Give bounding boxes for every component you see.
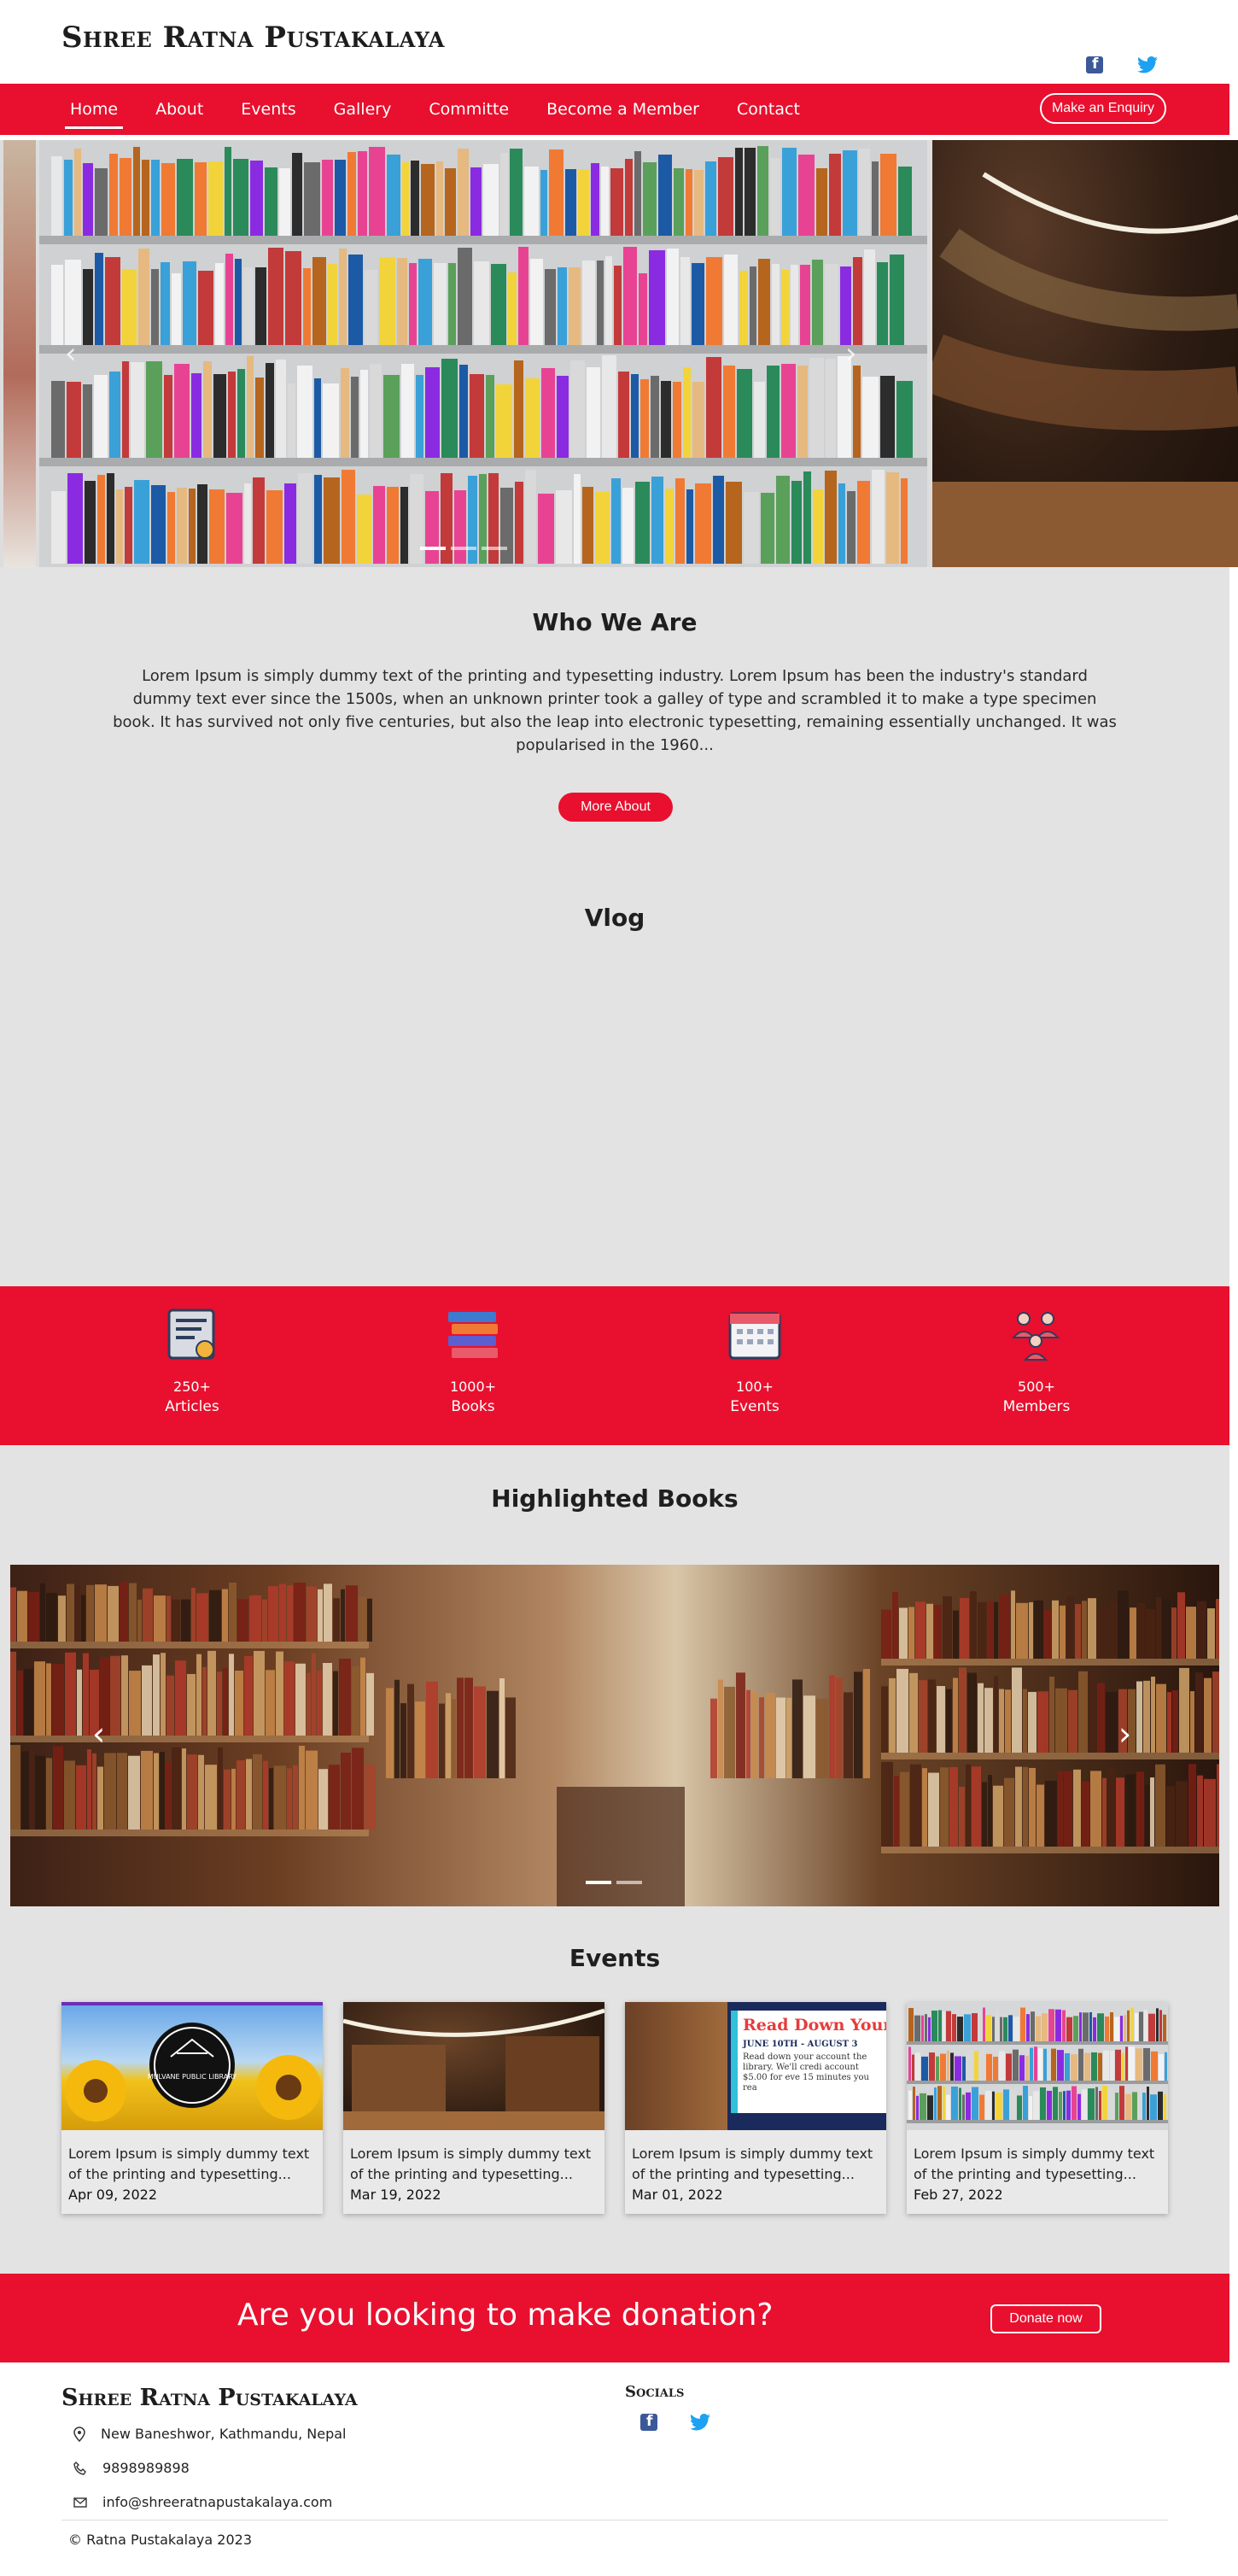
nav-gallery[interactable]: Gallery xyxy=(329,97,397,122)
vlog-title: Vlog xyxy=(584,904,645,932)
events-title: Events xyxy=(569,1944,661,1972)
books-prev-arrow[interactable]: ‹ xyxy=(92,1715,105,1753)
stats-section: 250+ Articles 1000+ Books 100+ Events 50… xyxy=(0,1286,1229,1445)
nav-events[interactable]: Events xyxy=(236,97,301,122)
footer-socials-title: Socials xyxy=(625,2383,685,2401)
site-header: Shree Ratna Pustakalaya xyxy=(0,0,1238,84)
hero-prev-slide-image xyxy=(3,140,36,567)
footer-email-text[interactable]: info@shreeratnapustakalaya.com xyxy=(102,2494,332,2510)
event-text: Lorem Ipsum is simply dummy text of the … xyxy=(350,2146,592,2182)
books-indicator-1[interactable] xyxy=(586,1881,611,1884)
hero-indicators xyxy=(420,547,507,550)
event-card[interactable]: Lorem Ipsum is simply dummy text of the … xyxy=(343,2002,604,2214)
footer-email: info@shreeratnapustakalaya.com xyxy=(73,2494,332,2510)
nav-become-member[interactable]: Become a Member xyxy=(541,97,704,122)
books-indicator-2[interactable] xyxy=(616,1881,642,1884)
books-indicators xyxy=(586,1881,642,1884)
who-we-are-text: Lorem Ipsum is simply dummy text of the … xyxy=(113,667,1117,754)
stat-articles: 250+ Articles xyxy=(124,1307,260,1415)
hero-indicator-1[interactable] xyxy=(420,547,446,550)
event-date: Feb 27, 2022 xyxy=(914,2187,1003,2203)
header-social-links xyxy=(1086,56,1158,73)
donate-now-button[interactable]: Donate now xyxy=(990,2304,1101,2333)
footer-phone: 9898989898 xyxy=(73,2460,190,2476)
stat-members-count: 500+ xyxy=(1018,1379,1055,1395)
event-image-bookshelf xyxy=(907,2002,1168,2130)
events-list: MULVANE PUBLIC LIBRARY Lorem Ipsum is si… xyxy=(61,2002,1168,2214)
donation-banner: Are you looking to make donation? Donate… xyxy=(0,2274,1229,2362)
certificate-icon xyxy=(167,1308,215,1360)
event-logo-text: MULVANE PUBLIC LIBRARY xyxy=(148,2073,237,2081)
event-image-library-logo: MULVANE PUBLIC LIBRARY xyxy=(61,2002,323,2130)
hero-next-arrow[interactable]: › xyxy=(845,337,857,371)
stat-members-label: Members xyxy=(1002,1398,1071,1415)
phone-icon xyxy=(73,2461,86,2475)
poster-title: Read Down Your xyxy=(743,2016,886,2034)
poster-body: Read down your account the library. We'l… xyxy=(743,2052,869,2093)
event-date: Mar 01, 2022 xyxy=(632,2187,723,2203)
stat-books-label: Books xyxy=(451,1398,495,1415)
site-footer: Shree Ratna Pustakalaya New Baneshwor, K… xyxy=(0,2362,1238,2576)
footer-phone-text[interactable]: 9898989898 xyxy=(102,2460,190,2476)
mail-icon xyxy=(73,2497,87,2508)
stat-members: 500+ Members xyxy=(968,1307,1105,1415)
footer-address-text: New Baneshwor, Kathmandu, Nepal xyxy=(101,2426,347,2442)
nav-contact[interactable]: Contact xyxy=(732,97,805,122)
poster-dates: JUNE 10TH - AUGUST 3 xyxy=(743,2040,858,2049)
main-navbar: Home About Events Gallery Committe Becom… xyxy=(0,84,1229,135)
facebook-icon[interactable] xyxy=(640,2413,657,2431)
hero-next-slide-image xyxy=(921,140,1238,567)
footer-logo-text[interactable]: Shree Ratna Pustakalaya xyxy=(61,2385,358,2411)
hero-carousel[interactable]: ‹ › xyxy=(0,140,1238,567)
event-card[interactable]: Read Down Your JUNE 10TH - AUGUST 3 Read… xyxy=(625,2002,886,2214)
event-card[interactable]: MULVANE PUBLIC LIBRARY Lorem Ipsum is si… xyxy=(61,2002,323,2214)
who-we-are-title: Who We Are xyxy=(532,608,698,636)
more-about-button[interactable]: More About xyxy=(558,793,673,822)
nav-about[interactable]: About xyxy=(150,97,208,122)
event-text: Lorem Ipsum is simply dummy text of the … xyxy=(914,2146,1155,2182)
calendar-icon xyxy=(728,1312,781,1360)
facebook-icon[interactable] xyxy=(1086,56,1103,73)
twitter-icon[interactable] xyxy=(690,2414,710,2431)
footer-social-links xyxy=(640,2413,710,2431)
stat-events: 100+ Events xyxy=(686,1307,823,1415)
event-text: Lorem Ipsum is simply dummy text of the … xyxy=(68,2146,310,2182)
twitter-icon[interactable] xyxy=(1137,56,1158,73)
footer-address: New Baneshwor, Kathmandu, Nepal xyxy=(73,2426,347,2442)
event-card[interactable]: Lorem Ipsum is simply dummy text of the … xyxy=(907,2002,1168,2214)
hero-prev-arrow[interactable]: ‹ xyxy=(65,337,77,371)
hero-indicator-3[interactable] xyxy=(482,547,507,550)
hero-indicator-2[interactable] xyxy=(451,547,476,550)
donation-text: Are you looking to make donation? xyxy=(237,2298,774,2333)
site-logo-text[interactable]: Shree Ratna Pustakalaya xyxy=(61,20,445,55)
stat-articles-label: Articles xyxy=(165,1398,219,1415)
event-image-read-down-poster: Read Down Your JUNE 10TH - AUGUST 3 Read… xyxy=(625,2002,886,2130)
members-icon xyxy=(1011,1312,1060,1361)
books-icon xyxy=(448,1312,498,1358)
stat-events-count: 100+ xyxy=(736,1379,774,1395)
highlighted-books-title: Highlighted Books xyxy=(491,1484,739,1513)
stat-articles-count: 250+ xyxy=(173,1379,211,1395)
event-image-library-interior xyxy=(343,2002,604,2130)
highlighted-books-carousel[interactable]: ‹ › xyxy=(10,1565,1219,1906)
hero-bookshelf-image xyxy=(39,140,927,567)
event-date: Apr 09, 2022 xyxy=(68,2187,158,2203)
stat-events-label: Events xyxy=(730,1398,780,1415)
stat-books: 1000+ Books xyxy=(405,1307,541,1415)
nav-home[interactable]: Home xyxy=(65,97,124,129)
location-pin-icon xyxy=(73,2426,85,2442)
books-next-arrow[interactable]: › xyxy=(1118,1715,1131,1753)
nav-committe[interactable]: Committe xyxy=(423,97,514,122)
copyright-text: © Ratna Pustakalaya 2023 xyxy=(68,2532,252,2548)
event-text: Lorem Ipsum is simply dummy text of the … xyxy=(632,2146,873,2182)
stat-books-count: 1000+ xyxy=(449,1379,497,1395)
event-date: Mar 19, 2022 xyxy=(350,2187,441,2203)
make-enquiry-button[interactable]: Make an Enquiry xyxy=(1039,93,1166,124)
